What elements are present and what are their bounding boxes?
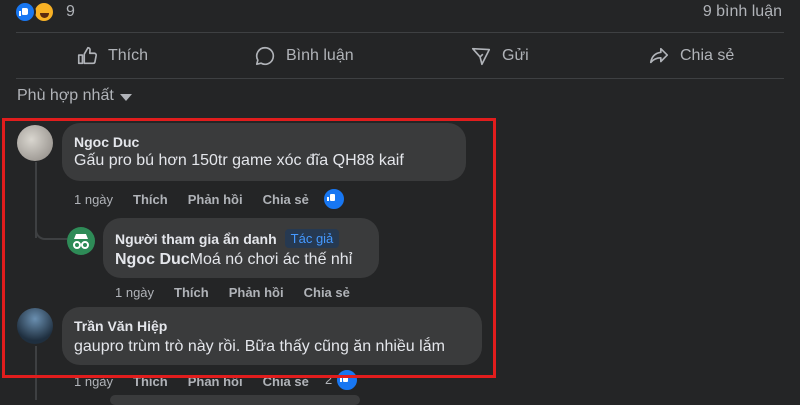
- like-icon: [14, 1, 36, 23]
- reaction-count: 9: [66, 3, 75, 20]
- sort-label: Phù hợp nhất: [17, 87, 114, 104]
- sort-dropdown[interactable]: Phù hợp nhất: [17, 87, 132, 105]
- caret-down-icon: [119, 93, 132, 101]
- divider: [16, 78, 784, 79]
- highlight-frame: [2, 118, 496, 378]
- speech-bubble-icon: [255, 46, 275, 66]
- share-button-label: Chia sẻ: [680, 47, 735, 64]
- send-button-label: Gửi: [502, 47, 529, 64]
- reply-bubble: [110, 395, 360, 405]
- reaction-summary[interactable]: 9: [0, 0, 120, 26]
- send-icon: [471, 47, 491, 66]
- send-button[interactable]: Gửi: [470, 40, 529, 72]
- like-button[interactable]: Thích: [76, 40, 148, 72]
- comment-count[interactable]: 9 bình luận: [703, 3, 782, 21]
- like-button-label: Thích: [108, 47, 149, 64]
- haha-icon: [33, 1, 55, 23]
- share-button[interactable]: Chia sẻ: [648, 40, 734, 72]
- share-arrow-icon: [649, 47, 669, 64]
- thumbs-up-icon: [77, 46, 97, 65]
- comment-button-label: Bình luận: [286, 47, 354, 64]
- comment-button[interactable]: Bình luận: [254, 40, 354, 72]
- divider: [16, 32, 784, 33]
